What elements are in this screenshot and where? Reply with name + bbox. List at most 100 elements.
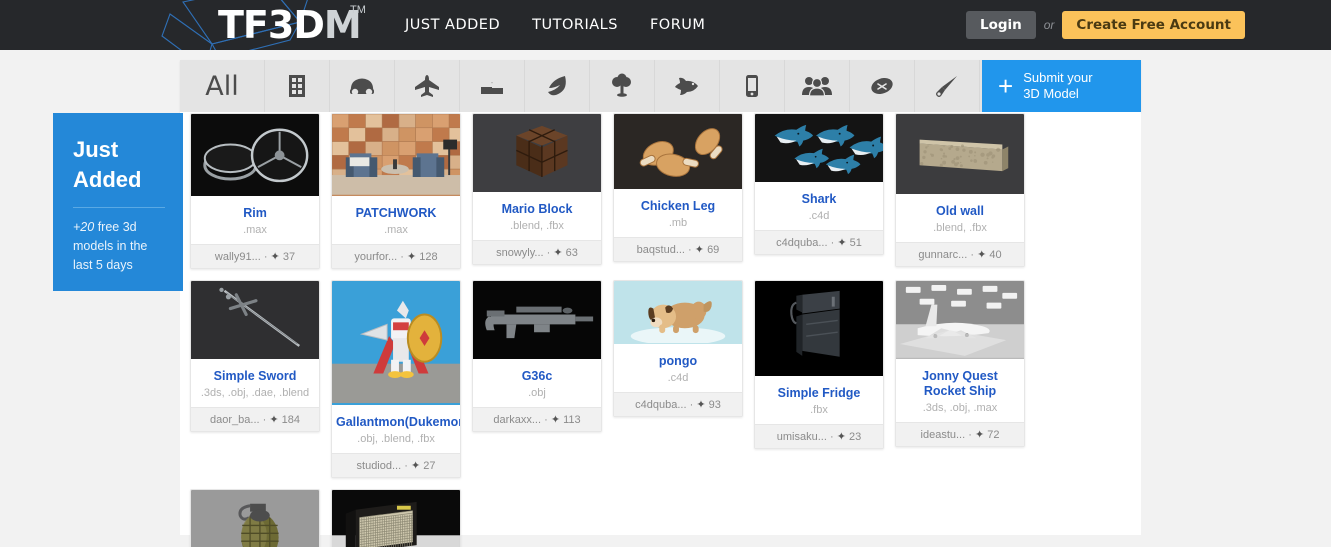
category-furniture[interactable]: [460, 60, 525, 112]
model-title[interactable]: Simple Sword: [195, 369, 315, 384]
category-airplane[interactable]: [395, 60, 460, 112]
submit-3d-model-button[interactable]: + Submit your 3D Model: [982, 60, 1141, 112]
mobile-phone-icon: [737, 72, 767, 100]
model-thumbnail-art: [191, 490, 319, 547]
nav-forum[interactable]: FORUM: [650, 17, 705, 33]
model-thumbnail[interactable]: [755, 281, 883, 376]
site-logo[interactable]: TF3DM TM: [150, 0, 360, 50]
model-thumbnail[interactable]: [332, 490, 460, 547]
model-thumbnail-art: [332, 490, 460, 547]
model-title[interactable]: Jonny Quest Rocket Ship: [900, 369, 1020, 399]
model-title[interactable]: Chicken Leg: [618, 199, 738, 214]
leaf-plant-icon: [542, 72, 572, 100]
separator-dot: ·: [541, 414, 551, 426]
model-author[interactable]: studiod...: [357, 460, 402, 472]
model-card-body: Old wall .blend, .fbx: [896, 194, 1024, 242]
model-card[interactable]: Gallantmon(Dukemon) .obj, .blend, .fbx stu…: [331, 280, 461, 478]
building-icon: [284, 72, 310, 100]
auth-or-label: or: [1044, 18, 1055, 32]
model-card[interactable]: Simple Fridge .fbx umisaku... · ✦ 23: [754, 280, 884, 449]
model-thumbnail-art: [896, 114, 1024, 193]
likes-diamond-icon: ✦: [696, 399, 705, 411]
model-formats: .blend, .fbx: [900, 222, 1020, 234]
model-card[interactable]: Rim .max wally91... · ✦ 37: [190, 113, 320, 269]
model-thumbnail-art: [473, 281, 601, 358]
category-sports[interactable]: [850, 60, 915, 112]
model-thumbnail[interactable]: [896, 281, 1024, 359]
separator-dot: ·: [687, 399, 697, 411]
model-card[interactable]: G36c .obj darkaxx... · ✦ 113: [472, 280, 602, 432]
model-title[interactable]: Gallantmon(Dukemon): [336, 415, 456, 430]
model-author[interactable]: gunnarc...: [918, 249, 967, 261]
model-author[interactable]: baqstud...: [637, 244, 685, 256]
model-thumbnail-art: [755, 114, 883, 181]
model-title[interactable]: Mario Block: [477, 202, 597, 217]
likes-diamond-icon: ✦: [407, 251, 416, 263]
model-thumbnail[interactable]: [191, 114, 319, 196]
model-likes-count: 23: [849, 431, 861, 443]
category-plant[interactable]: [525, 60, 590, 112]
category-car[interactable]: [330, 60, 395, 112]
model-card[interactable]: Grenade.obj, .c4d, .fbxalejand... · ✦ 20…: [190, 489, 320, 547]
separator-dot: ·: [397, 251, 407, 263]
model-card[interactable]: Mario Block .blend, .fbx snowyly... · ✦ 63: [472, 113, 602, 265]
model-title[interactable]: pongo: [618, 354, 738, 369]
model-card-body: pongo .c4d: [614, 344, 742, 392]
model-title[interactable]: Shark: [759, 192, 879, 207]
sports-ball-icon: [867, 72, 897, 100]
model-card[interactable]: Old wall .blend, .fbx gunnarc... · ✦ 40: [895, 113, 1025, 267]
model-card[interactable]: pongo .c4d c4dquba... · ✦ 93: [613, 280, 743, 417]
model-card[interactable]: Amplifier.3ds, .objgmbil · ✦ 35: [331, 489, 461, 547]
category-all[interactable]: All: [180, 60, 265, 112]
model-title[interactable]: G36c: [477, 369, 597, 384]
nav-tutorials[interactable]: TUTORIALS: [532, 17, 618, 33]
model-likes-count: 37: [283, 251, 295, 263]
logo-trademark: TM: [350, 4, 366, 16]
model-author[interactable]: c4dquba...: [635, 399, 686, 411]
model-card[interactable]: Simple Sword .3ds, .obj, .dae, .blend daor…: [190, 280, 320, 432]
likes-diamond-icon: ✦: [977, 249, 986, 261]
model-author[interactable]: ideastu...: [921, 429, 966, 441]
create-free-account-button[interactable]: Create Free Account: [1062, 11, 1245, 39]
model-title[interactable]: Simple Fridge: [759, 386, 879, 401]
likes-diamond-icon: ✦: [551, 414, 560, 426]
model-card-footer: snowyly... · ✦ 63: [473, 240, 601, 264]
category-building[interactable]: [265, 60, 330, 112]
model-card[interactable]: Chicken Leg .mb baqstud... · ✦ 69: [613, 113, 743, 262]
model-thumbnail[interactable]: [755, 114, 883, 182]
category-phone[interactable]: [720, 60, 785, 112]
category-tree[interactable]: [590, 60, 655, 112]
model-thumbnail[interactable]: [332, 281, 460, 405]
model-thumbnail[interactable]: [473, 281, 601, 359]
model-thumbnail-art: [191, 281, 319, 358]
model-title[interactable]: Old wall: [900, 204, 1020, 219]
model-thumbnail[interactable]: [473, 114, 601, 192]
category-fish[interactable]: [655, 60, 720, 112]
model-thumbnail[interactable]: [191, 281, 319, 359]
login-button[interactable]: Login: [966, 11, 1036, 39]
model-likes-count: 40: [989, 249, 1001, 261]
model-thumbnail[interactable]: [896, 114, 1024, 194]
model-author[interactable]: yourfor...: [354, 251, 397, 263]
nav-just-added[interactable]: JUST ADDED: [405, 17, 500, 33]
model-title[interactable]: Rim: [195, 206, 315, 221]
model-formats: .3ds, .obj, .max: [900, 402, 1020, 414]
model-title[interactable]: PATCHWORK: [336, 206, 456, 221]
model-card[interactable]: PATCHWORK .max yourfor... · ✦ 128: [331, 113, 461, 269]
site-header: TF3DM TM JUST ADDED TUTORIALS FORUM Logi…: [0, 0, 1331, 50]
model-author[interactable]: snowyly...: [496, 247, 543, 259]
category-people[interactable]: [785, 60, 850, 112]
model-thumbnail-art: [332, 281, 460, 403]
model-author[interactable]: umisaku...: [777, 431, 827, 443]
model-thumbnail[interactable]: [191, 490, 319, 547]
model-author[interactable]: darkaxx...: [493, 414, 541, 426]
category-weapon[interactable]: [915, 60, 980, 112]
model-thumbnail[interactable]: [614, 281, 742, 344]
model-author[interactable]: wally91...: [215, 251, 261, 263]
model-thumbnail[interactable]: [614, 114, 742, 189]
model-thumbnail[interactable]: [332, 114, 460, 196]
model-card[interactable]: Shark .c4d c4dquba... · ✦ 51: [754, 113, 884, 255]
model-author[interactable]: c4dquba...: [776, 237, 827, 249]
model-card[interactable]: Jonny Quest Rocket Ship .3ds, .obj, .max i…: [895, 280, 1025, 447]
model-author[interactable]: daor_ba...: [210, 414, 260, 426]
